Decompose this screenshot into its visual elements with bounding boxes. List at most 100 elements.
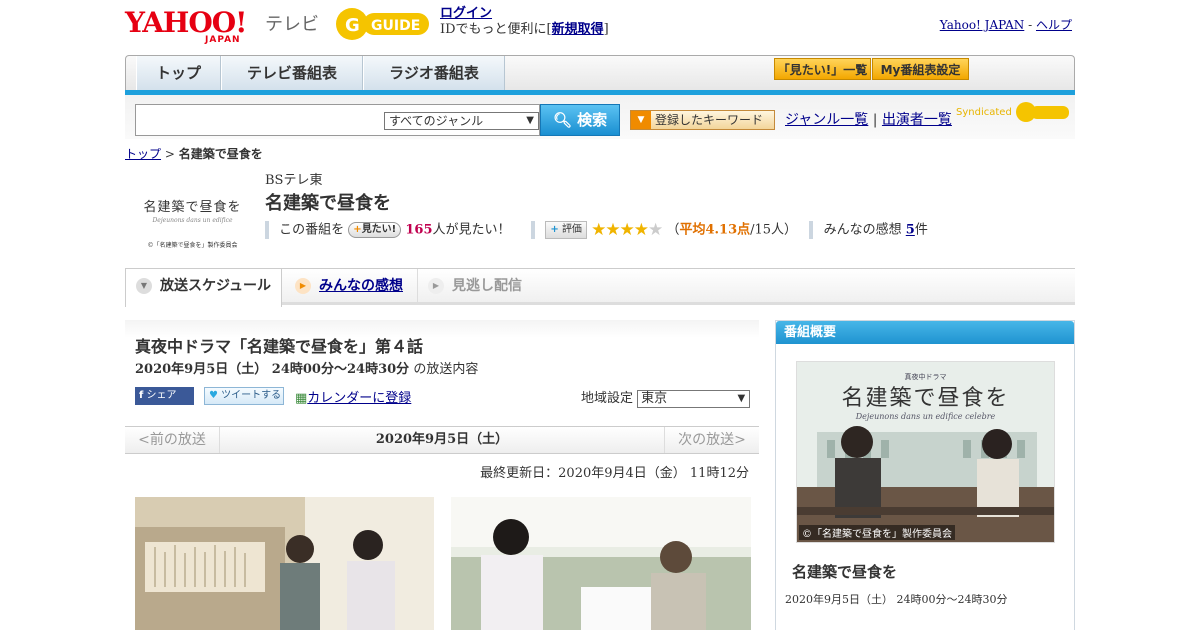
episode-time-value: 2020年9月5日（土） 24時00分～24時30分 xyxy=(135,362,410,377)
impressions-suffix: 件 xyxy=(914,222,928,238)
episode-photo xyxy=(135,497,434,630)
prev-broadcast-link[interactable]: <前の放送 xyxy=(125,427,220,453)
program-thumbnail: 名建築で昼食を Dejeunons dans un edifice ©「名建築で… xyxy=(135,170,250,255)
current-broadcast-date: 2020年9月5日（土） xyxy=(375,432,509,447)
program-key-visual: 真夜中ドラマ 名建築で昼食を Dejeunons dans un edifice… xyxy=(796,361,1055,543)
thumb-copyright: ©「名建築で昼食を」製作委員会 xyxy=(147,242,238,249)
search-links: ジャンル一覧 | 出演者一覧 xyxy=(785,109,952,129)
header-separator: - xyxy=(1024,18,1036,32)
overview-header: 番組概要 xyxy=(776,321,1074,344)
gguide-small-icon xyxy=(1016,102,1069,122)
episode-time: 2020年9月5日（土） 24時00分～24時30分 の放送内容 xyxy=(135,358,478,377)
search-button[interactable]: 🔍︎ 検索 xyxy=(540,104,620,136)
tab-streaming[interactable]: ▶ 見逃し配信 xyxy=(417,269,547,303)
episode-photo-illustration xyxy=(135,497,434,630)
rate-button-label: 評価 xyxy=(561,224,582,235)
next-broadcast-link[interactable]: 次の放送> xyxy=(664,427,759,453)
syndicated-gguide-logo: Syndicated xyxy=(956,101,1071,123)
nav-tab-tv-schedule[interactable]: テレビ番組表 xyxy=(221,56,363,90)
register-link[interactable]: 新規取得 xyxy=(552,22,604,37)
gguide-logo: G GUIDE xyxy=(336,8,429,40)
tab-schedule-label: 放送スケジュール xyxy=(160,278,272,294)
help-link[interactable]: ヘルプ xyxy=(1036,18,1072,32)
breadcrumb-current: 名建築で昼食を xyxy=(178,147,263,161)
calendar-link: カレンダーに登録 xyxy=(307,391,412,406)
program-overview: 番組概要 真夜中ドラマ 名建築で昼食を Dejeunons dans un ed… xyxy=(775,320,1075,630)
rate-button[interactable]: + 評価 xyxy=(545,221,587,239)
plus-icon: + xyxy=(353,224,362,235)
want-list-button[interactable]: 「見たい!」一覧 xyxy=(774,58,871,80)
share-label: シェア xyxy=(146,390,177,401)
dropdown-arrow-icon: ▼ xyxy=(526,115,534,126)
key-visual-copyright: ©「名建築で昼食を」製作委員会 xyxy=(799,525,955,540)
meta-divider xyxy=(809,221,814,239)
svg-text:GUIDE: GUIDE xyxy=(371,18,420,34)
yahoo-japan-logo[interactable]: YAHOO! JAPAN xyxy=(125,6,247,45)
chevron-down-icon: ▼ xyxy=(136,278,152,294)
registered-keyword-button[interactable]: ▼ 登録したキーワード xyxy=(630,110,775,130)
twitter-bird-icon: ♥ xyxy=(209,390,218,401)
meta-divider xyxy=(265,221,269,239)
tab-impressions[interactable]: ▶ みんなの感想 xyxy=(285,269,415,303)
page-header: YAHOO! JAPAN テレビ G GUIDE ログイン IDでもっと便利に[… xyxy=(125,4,1075,50)
episode-photo-illustration xyxy=(451,497,751,630)
main-nav: トップ テレビ番組表 ラジオ番組表 「見たい!」一覧 My番組表設定 xyxy=(125,55,1075,92)
search-bar: すべてのジャンル ▼ 🔍︎ 検索 ▼ 登録したキーワード ジャンル一覧 | 出演… xyxy=(125,95,1075,139)
nav-tab-radio-schedule[interactable]: ラジオ番組表 xyxy=(363,56,505,90)
keyword-button-label: 登録したキーワード xyxy=(655,113,764,127)
overview-title: 名建築で昼食を xyxy=(792,563,898,581)
thumb-subtitle: Dejeunons dans un edifice xyxy=(152,217,233,224)
my-schedule-button[interactable]: My番組表設定 xyxy=(872,58,969,80)
cast-list-link[interactable]: 出演者一覧 xyxy=(882,112,952,128)
tweet-label: ツイートする xyxy=(221,390,282,401)
meta-divider xyxy=(531,221,536,239)
channel-name: BSテレ東 xyxy=(265,173,323,188)
tweet-button[interactable]: ♥ ツイートする xyxy=(204,387,284,405)
syndicated-text: Syndicated xyxy=(956,107,1012,118)
facebook-share-button[interactable]: f シェア xyxy=(135,387,194,405)
svg-text:G: G xyxy=(345,15,360,36)
dropdown-arrow-icon: ▼ xyxy=(737,392,746,404)
login-desc-post: ] xyxy=(603,22,609,37)
date-navigation: <前の放送 2020年9月5日（土） 次の放送> xyxy=(125,426,759,454)
login-box: ログイン IDでもっと便利に[新規取得] xyxy=(440,6,609,38)
genre-select-value: すべてのジャンル xyxy=(389,114,484,128)
link-divider: | xyxy=(872,112,878,128)
play-arrow-icon: ▶ xyxy=(428,278,444,294)
episode-title: 真夜中ドラマ「名建築で昼食を」第４話 xyxy=(135,337,424,356)
program-title: 名建築で昼食を xyxy=(265,193,391,214)
avg-open: （ xyxy=(666,222,680,238)
last-updated: 最終更新日：2020年9月4日（金） 11時12分 xyxy=(480,466,749,481)
episode-time-suffix: の放送内容 xyxy=(413,362,479,377)
nav-tab-top[interactable]: トップ xyxy=(136,56,221,90)
logo-sub-text: JAPAN xyxy=(205,35,241,45)
program-tabs: ▼ 放送スケジュール ▶ みんなの感想 ▶ 見逃し配信 xyxy=(125,268,1075,307)
rating-average: 平均4.13点 xyxy=(679,222,751,238)
login-link[interactable]: ログイン xyxy=(440,6,492,21)
overview-time: 2020年9月5日（土） 24時00分～24時30分 xyxy=(785,593,1008,606)
impressions-prefix: みんなの感想 xyxy=(823,222,902,238)
episode-photo xyxy=(451,497,751,630)
impressions-count-link[interactable]: 5 xyxy=(906,223,915,238)
key-visual-tagline: Dejeunons dans un edifice celebre xyxy=(855,412,996,421)
program-meta: この番組を +見たい! 165人が見たい！ + 評価 ★★★★★ （平均4.13… xyxy=(265,220,928,240)
region-label: 地域設定 xyxy=(581,391,634,406)
genre-select[interactable]: すべてのジャンル ▼ xyxy=(384,112,539,130)
plus-icon: + xyxy=(550,224,559,235)
want-button[interactable]: +見たい! xyxy=(348,222,402,238)
want-prefix: この番組を xyxy=(279,222,345,238)
tab-schedule[interactable]: ▼ 放送スケジュール xyxy=(125,269,282,307)
stars-empty: ★ xyxy=(648,220,663,240)
tab-impressions-label: みんなの感想 xyxy=(319,278,403,294)
stars-filled: ★★★★ xyxy=(591,220,649,240)
genre-list-link[interactable]: ジャンル一覧 xyxy=(785,112,868,128)
want-count: 165 xyxy=(405,222,433,238)
calendar-register[interactable]: ▦カレンダーに登録 xyxy=(295,387,411,406)
region-select[interactable]: 東京 ▼ xyxy=(637,389,751,408)
login-desc-pre: IDでもっと便利に[ xyxy=(440,22,552,37)
want-suffix: 人が見たい！ xyxy=(432,222,511,238)
breadcrumb-top-link[interactable]: トップ xyxy=(125,147,161,161)
triangle-down-icon: ▼ xyxy=(631,111,651,129)
region-setting: 地域設定 東京 ▼ xyxy=(581,387,751,408)
yahoo-japan-link[interactable]: Yahoo! JAPAN xyxy=(940,18,1025,32)
